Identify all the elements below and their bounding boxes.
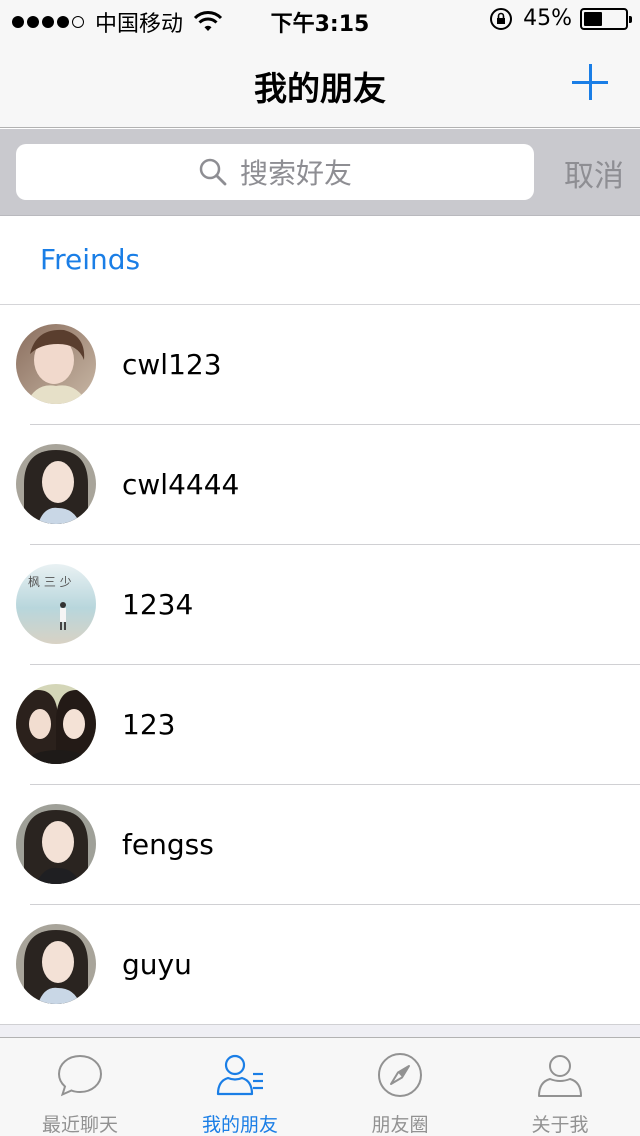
- friend-row[interactable]: fengss: [0, 785, 640, 905]
- search-bar: 搜索好友 取消: [0, 129, 640, 216]
- search-placeholder: 搜索好友: [239, 157, 352, 190]
- search-icon: [199, 158, 227, 186]
- page-title: 我的朋友: [254, 69, 386, 108]
- tab-label: 最近聊天: [41, 1114, 118, 1136]
- friend-row[interactable]: 123: [0, 665, 640, 785]
- contacts-icon: [216, 1054, 263, 1096]
- friend-name: cwl4444: [122, 468, 240, 501]
- avatar: [16, 924, 96, 1004]
- tab-bar: 最近聊天 我的朋友 朋友圈 关于我: [0, 1037, 640, 1136]
- tab-my-friends[interactable]: 我的朋友: [160, 1038, 320, 1136]
- friend-name: 1234: [122, 588, 194, 621]
- tab-moments[interactable]: 朋友圈: [320, 1038, 480, 1136]
- friend-name: guyu: [122, 948, 192, 981]
- friend-name: cwl123: [122, 348, 222, 381]
- avatar: [16, 444, 96, 524]
- list-footer: [0, 1025, 640, 1037]
- tab-label: 我的朋友: [201, 1114, 278, 1136]
- friend-row[interactable]: cwl4444: [0, 425, 640, 545]
- friend-name: fengss: [122, 828, 214, 861]
- avatar: [16, 324, 96, 404]
- battery-icon: [580, 7, 632, 30]
- status-bar: 中国移动 下午3:15 45%: [0, 0, 640, 40]
- friend-name: 123: [122, 708, 176, 741]
- chat-bubble-icon: [57, 1054, 103, 1097]
- friend-row[interactable]: cwl123: [0, 305, 640, 425]
- avatar: [16, 804, 96, 884]
- rotation-lock-icon: [490, 7, 513, 30]
- friend-list: cwl123 cwl4444 枫 三 少 1234 123 fengss guy…: [0, 305, 640, 1025]
- section-header: Freinds: [0, 216, 640, 305]
- battery-fill: [584, 11, 602, 26]
- tab-about-me[interactable]: 关于我: [480, 1038, 640, 1136]
- nav-bar: 我的朋友: [0, 40, 640, 128]
- friend-row[interactable]: 枫 三 少 1234: [0, 545, 640, 665]
- cancel-button[interactable]: 取消: [564, 151, 624, 195]
- tab-label: 朋友圈: [371, 1114, 429, 1136]
- avatar: 枫 三 少: [16, 564, 96, 644]
- add-friend-button[interactable]: [570, 62, 610, 102]
- section-title: Freinds: [40, 243, 141, 276]
- status-right: 45%: [489, 6, 632, 31]
- svg-text:枫 三 少: 枫 三 少: [28, 574, 72, 589]
- tab-label: 关于我: [531, 1114, 589, 1136]
- tab-recent-chats[interactable]: 最近聊天: [0, 1038, 160, 1136]
- avatar: [16, 684, 96, 764]
- person-icon: [538, 1055, 582, 1097]
- battery-percent: 45%: [523, 6, 572, 31]
- search-input[interactable]: 搜索好友: [16, 144, 534, 200]
- compass-icon: [378, 1053, 422, 1097]
- friend-row[interactable]: guyu: [0, 905, 640, 1025]
